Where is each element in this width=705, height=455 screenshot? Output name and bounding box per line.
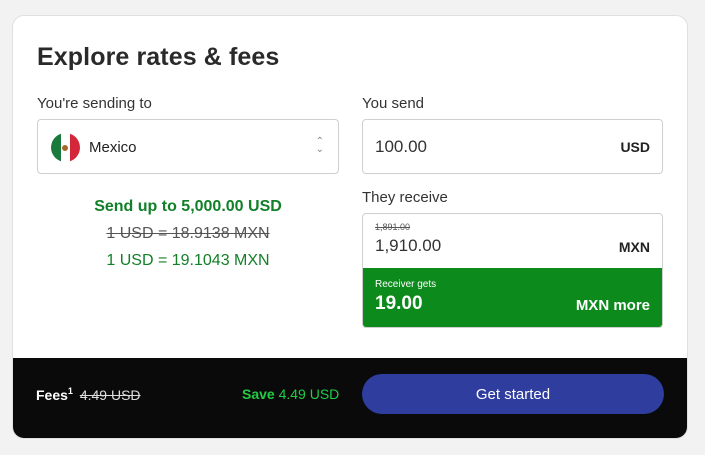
- country-label: You're sending to: [37, 95, 152, 112]
- save-info: Save 4.49 USD: [242, 386, 339, 402]
- fees-info: Fees1 4.49 USD: [36, 386, 141, 403]
- country-select[interactable]: Mexico ⌃ ⌄: [37, 119, 339, 174]
- receiver-gets-label: Receiver gets: [375, 279, 437, 290]
- fees-old-amount: 4.49 USD: [79, 387, 141, 403]
- send-limit-text: Send up to 5,000.00 USD: [94, 198, 282, 215]
- send-currency: USD: [620, 139, 650, 155]
- mexico-flag-icon: [51, 133, 80, 162]
- receiver-gets-banner: Receiver gets 19.00 MXN more: [363, 268, 662, 327]
- rates-fees-card: Explore rates & fees You're sending to M…: [12, 15, 688, 439]
- page-title: Explore rates & fees: [37, 43, 280, 71]
- country-selected-value: Mexico: [89, 139, 137, 156]
- send-amount-field[interactable]: USD: [362, 119, 663, 174]
- receiver-gets-amount: 19.00: [375, 293, 423, 314]
- save-label: Save: [242, 386, 275, 402]
- get-started-button[interactable]: Get started: [362, 374, 664, 414]
- receiver-gets-more: MXN more: [575, 297, 650, 314]
- save-amount: 4.49 USD: [278, 386, 340, 402]
- receive-label: They receive: [362, 189, 448, 206]
- old-exchange-rate: 1 USD = 18.9138 MXN: [106, 225, 270, 242]
- fees-footnote[interactable]: 1: [68, 386, 73, 396]
- fees-label: Fees: [36, 387, 68, 403]
- rate-info: Send up to 5,000.00 USD 1 USD = 18.9138 …: [37, 198, 339, 270]
- receive-old-value: 1,891.00: [375, 222, 411, 232]
- send-amount-input[interactable]: [375, 120, 575, 173]
- new-exchange-rate: 1 USD = 19.1043 MXN: [106, 252, 270, 269]
- chevron-up-down-icon: ⌃ ⌄: [315, 136, 324, 155]
- receive-amount-field[interactable]: 1,891.00 1,910.00 MXN Receiver gets 19.0…: [362, 213, 663, 328]
- send-label: You send: [362, 95, 425, 112]
- receive-amount-value: 1,910.00: [375, 236, 442, 255]
- receive-currency: MXN: [618, 239, 650, 255]
- footer-bar: Fees1 4.49 USD Save 4.49 USD Get started: [13, 358, 687, 438]
